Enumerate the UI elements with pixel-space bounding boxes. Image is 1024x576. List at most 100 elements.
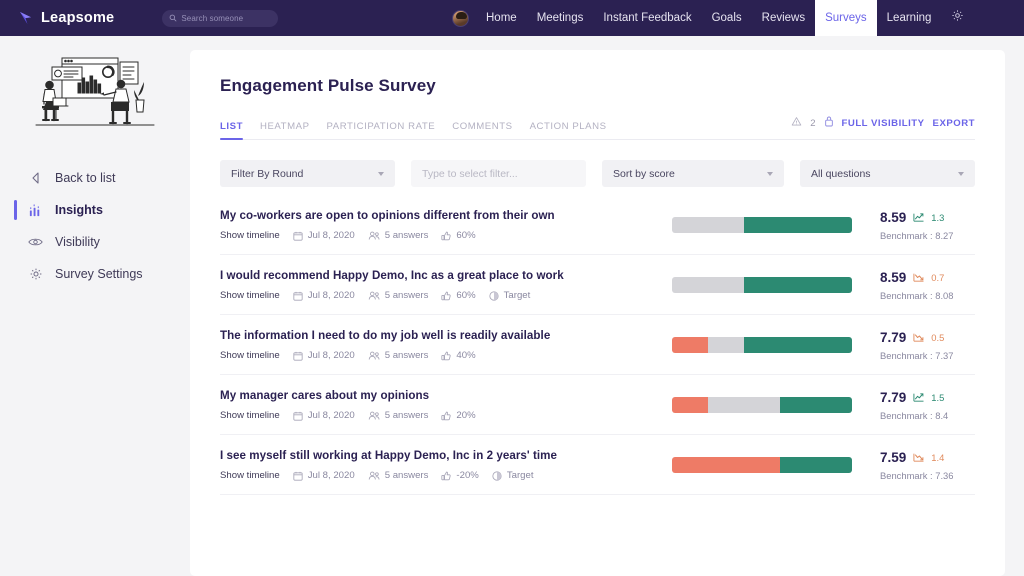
benchmark-value: Benchmark : 8.08 — [880, 290, 975, 301]
benchmark-value: Benchmark : 8.4 — [880, 410, 975, 421]
score-cell: 8.59 1.3 Benchmark : 8.27 — [852, 210, 975, 241]
bar-segment-positive — [780, 397, 852, 413]
filter-by-round-value: Filter By Round — [231, 168, 303, 180]
nav-item-goals[interactable]: Goals — [702, 0, 752, 36]
warning-triangle-icon[interactable] — [791, 114, 802, 132]
target-icon — [492, 471, 502, 481]
people-icon — [368, 231, 380, 241]
delta-value: 1.4 — [931, 452, 944, 463]
bar-segment-neutral — [672, 217, 744, 233]
sidebar-item-insights[interactable]: Insights — [0, 194, 190, 226]
table-row[interactable]: My co-workers are open to opinions diffe… — [220, 195, 975, 255]
favorability-value: 60% — [456, 230, 475, 241]
full-visibility-link[interactable]: FULL VISIBILITY — [842, 118, 925, 129]
question-cell: My co-workers are open to opinions diffe… — [220, 209, 672, 241]
main-content: Engagement Pulse Survey LIST HEATMAP PAR… — [190, 36, 1024, 576]
table-row[interactable]: I see myself still working at Happy Demo… — [220, 435, 975, 495]
question-scope-select[interactable]: All questions — [800, 160, 975, 187]
bar-segment-positive — [780, 457, 852, 473]
sort-by-select[interactable]: Sort by score — [602, 160, 784, 187]
bar-segment-neutral — [708, 397, 780, 413]
delta-value: 0.5 — [931, 332, 944, 343]
favorability-value: -20% — [456, 470, 478, 481]
favorability-value: 20% — [456, 410, 475, 421]
show-timeline-link[interactable]: Show timeline — [220, 230, 280, 241]
gear-icon — [951, 9, 964, 27]
question-cell: The information I need to do my job well… — [220, 329, 672, 361]
score-distribution-bar — [672, 337, 852, 353]
top-navigation-bar: Leapsome Search someone Home Meetings In… — [0, 0, 1024, 36]
question-date: Jul 8, 2020 — [308, 470, 355, 481]
calendar-icon — [293, 471, 303, 481]
score-cell: 7.59 1.4 Benchmark : 7.36 — [852, 450, 975, 481]
thumbs-up-icon — [441, 411, 451, 421]
delta-value: 0.7 — [931, 272, 944, 283]
score-cell: 7.79 1.5 Benchmark : 8.4 — [852, 390, 975, 421]
question-meta: Show timeline Jul 8, 2020 5 answers 60% — [220, 230, 672, 241]
score-distribution-bar — [672, 217, 852, 233]
table-row[interactable]: I would recommend Happy Demo, Inc as a g… — [220, 255, 975, 315]
question-text: My manager cares about my opinions — [220, 389, 672, 402]
question-text: My co-workers are open to opinions diffe… — [220, 209, 672, 222]
sidebar-item-survey-settings[interactable]: Survey Settings — [0, 258, 190, 290]
people-icon — [368, 291, 380, 301]
target-label: Target — [504, 290, 531, 301]
question-date: Jul 8, 2020 — [308, 350, 355, 361]
search-input[interactable]: Search someone — [162, 10, 278, 27]
sidebar-label-visibility: Visibility — [55, 235, 100, 249]
nav-item-meetings[interactable]: Meetings — [527, 0, 594, 36]
favorability-value: 60% — [456, 290, 475, 301]
show-timeline-link[interactable]: Show timeline — [220, 410, 280, 421]
calendar-icon — [293, 231, 303, 241]
chevron-down-icon — [767, 172, 773, 176]
nav-item-instant-feedback[interactable]: Instant Feedback — [593, 0, 701, 36]
show-timeline-link[interactable]: Show timeline — [220, 350, 280, 361]
trend-up-icon — [913, 392, 924, 402]
brand-logo[interactable]: Leapsome — [18, 10, 114, 26]
filter-by-round-select[interactable]: Filter By Round — [220, 160, 395, 187]
tab-list[interactable]: LIST — [220, 121, 243, 139]
lock-icon[interactable] — [824, 114, 834, 132]
tab-comments[interactable]: COMMENTS — [452, 121, 512, 139]
question-scope-value: All questions — [811, 168, 871, 180]
question-date: Jul 8, 2020 — [308, 290, 355, 301]
show-timeline-link[interactable]: Show timeline — [220, 290, 280, 301]
score-value: 8.59 — [880, 270, 906, 285]
calendar-icon — [293, 411, 303, 421]
filter-search-placeholder: Type to select filter... — [422, 168, 518, 180]
table-row[interactable]: The information I need to do my job well… — [220, 315, 975, 375]
eye-icon — [28, 235, 43, 250]
answer-count: 5 answers — [385, 290, 429, 301]
question-cell: I would recommend Happy Demo, Inc as a g… — [220, 269, 672, 301]
benchmark-value: Benchmark : 7.36 — [880, 470, 975, 481]
tab-action-plans[interactable]: ACTION PLANS — [530, 121, 607, 139]
table-row[interactable]: My manager cares about my opinions Show … — [220, 375, 975, 435]
show-timeline-link[interactable]: Show timeline — [220, 470, 280, 481]
gear-icon — [28, 267, 43, 282]
sidebar-item-visibility[interactable]: Visibility — [0, 226, 190, 258]
people-icon — [368, 411, 380, 421]
nav-item-home[interactable]: Home — [476, 0, 527, 36]
filter-search-input[interactable]: Type to select filter... — [411, 160, 586, 187]
favorability-value: 40% — [456, 350, 475, 361]
thumbs-up-icon — [441, 471, 451, 481]
tab-participation-rate[interactable]: PARTICIPATION RATE — [327, 121, 436, 139]
tab-heatmap[interactable]: HEATMAP — [260, 121, 310, 139]
export-link[interactable]: EXPORT — [933, 118, 975, 129]
chevron-down-icon — [378, 172, 384, 176]
score-distribution-bar — [672, 457, 852, 473]
settings-button[interactable] — [941, 0, 974, 36]
tab-actions: 2 FULL VISIBILITY EXPORT — [791, 114, 975, 139]
score-value: 7.59 — [880, 450, 906, 465]
question-meta: Show timeline Jul 8, 2020 5 answers 20% — [220, 410, 672, 421]
sidebar-item-back-to-list[interactable]: Back to list — [0, 162, 190, 194]
nav-item-learning[interactable]: Learning — [877, 0, 942, 36]
brand-name: Leapsome — [41, 10, 114, 26]
question-list: My co-workers are open to opinions diffe… — [220, 195, 975, 495]
avatar[interactable] — [452, 10, 469, 27]
nav-item-reviews[interactable]: Reviews — [752, 0, 815, 36]
calendar-icon — [293, 351, 303, 361]
nav-item-surveys[interactable]: Surveys — [815, 0, 877, 36]
survey-card: Engagement Pulse Survey LIST HEATMAP PAR… — [190, 50, 1005, 576]
page-title: Engagement Pulse Survey — [220, 76, 975, 96]
